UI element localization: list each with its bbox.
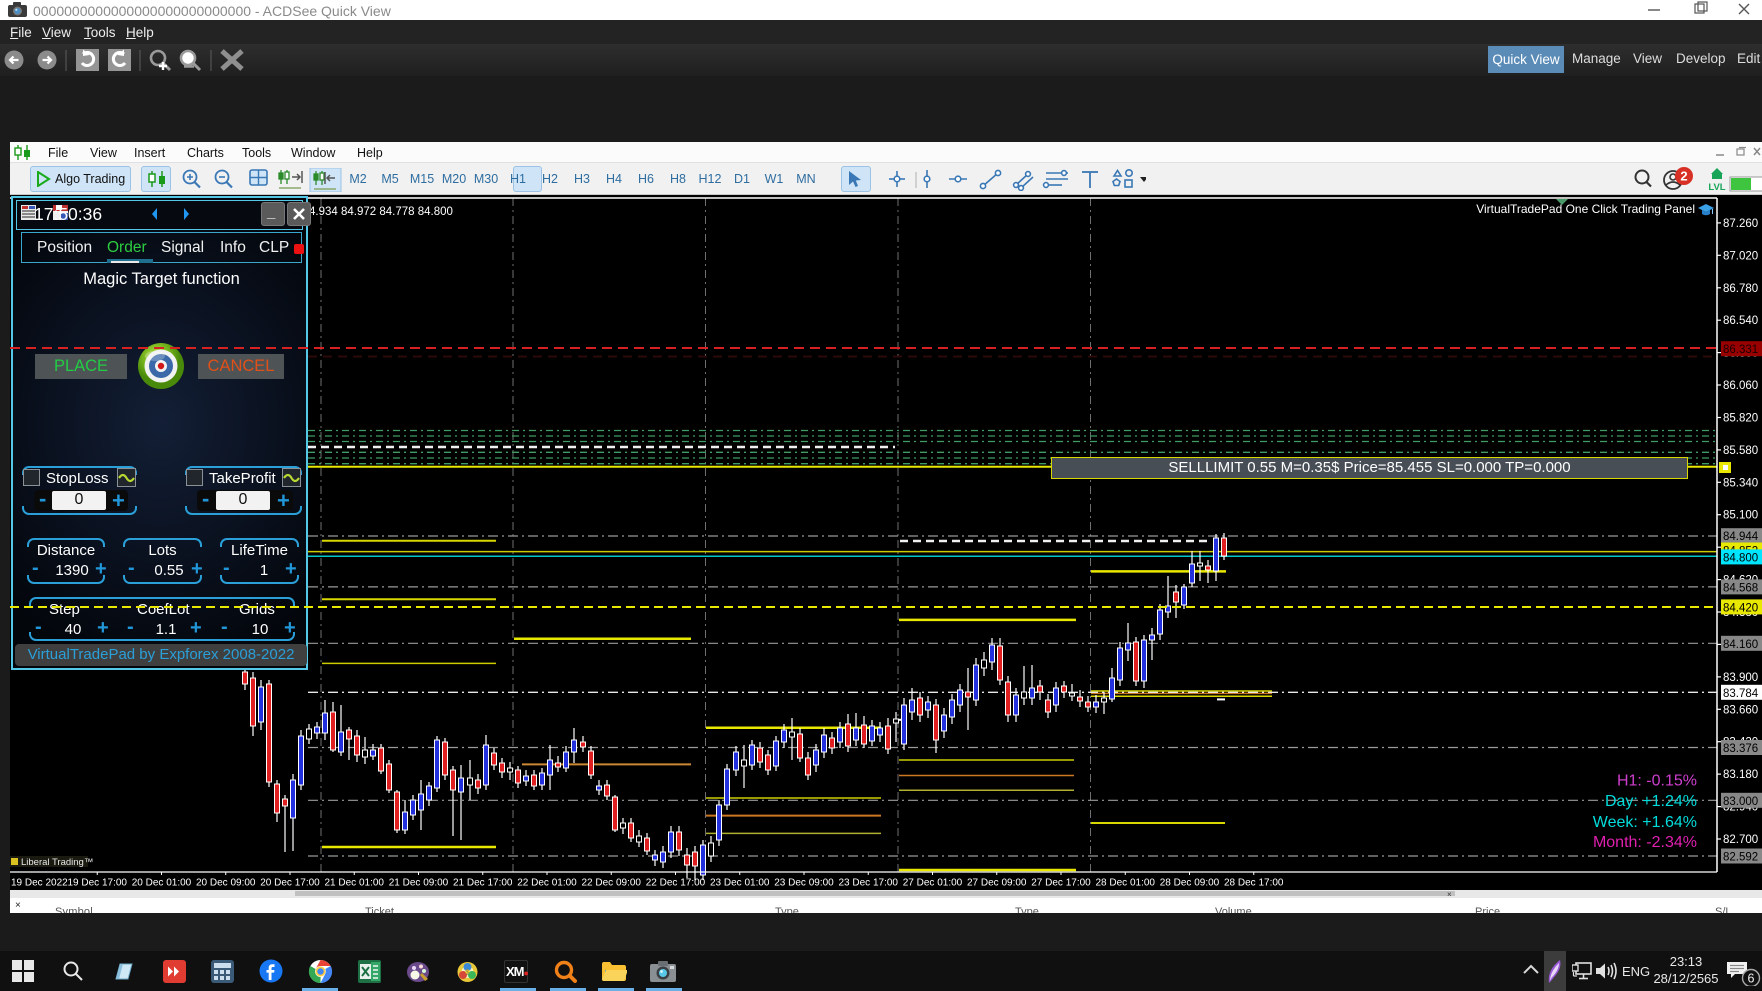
svg-text:85.340: 85.340: [1723, 477, 1758, 489]
svg-text:84.944: 84.944: [1723, 531, 1759, 543]
svg-text:19 Dec 2022: 19 Dec 2022: [11, 878, 68, 889]
svg-text:27 Dec 17:00: 27 Dec 17:00: [1031, 878, 1091, 889]
svg-text:H1: -0.15%: H1: -0.15%: [1617, 773, 1697, 790]
svg-text:84.420: 84.420: [1723, 602, 1758, 614]
svg-text:83.900: 83.900: [1723, 672, 1758, 684]
svg-text:85.820: 85.820: [1723, 413, 1758, 425]
svg-text:28 Dec 01:00: 28 Dec 01:00: [1096, 878, 1156, 889]
svg-text:83.376: 83.376: [1723, 743, 1758, 755]
svg-text:85.580: 85.580: [1723, 445, 1758, 457]
svg-text:83.784: 83.784: [1723, 688, 1759, 700]
svg-text:83.180: 83.180: [1723, 769, 1758, 781]
svg-text:82.700: 82.700: [1723, 834, 1758, 846]
svg-text:19 Dec 17:00: 19 Dec 17:00: [68, 878, 128, 889]
svg-text:23 Dec 17:00: 23 Dec 17:00: [839, 878, 899, 889]
svg-text:23 Dec 09:00: 23 Dec 09:00: [774, 878, 834, 889]
svg-text:22 Dec 01:00: 22 Dec 01:00: [517, 878, 577, 889]
svg-text:27 Dec 01:00: 27 Dec 01:00: [903, 878, 963, 889]
svg-text:Month: -2.34%: Month: -2.34%: [1593, 834, 1697, 851]
svg-text:VirtualTradePad One Click Trad: VirtualTradePad One Click Trading Panel: [1476, 202, 1695, 216]
svg-text:84.160: 84.160: [1723, 639, 1758, 651]
svg-text:4.934 84.972 84.778 84.800: 4.934 84.972 84.778 84.800: [309, 206, 453, 218]
svg-text:27 Dec 09:00: 27 Dec 09:00: [967, 878, 1027, 889]
svg-text:$: $: [466, 970, 470, 977]
svg-text:83.000: 83.000: [1723, 796, 1758, 808]
svg-text:6: 6: [1748, 972, 1755, 986]
svg-text:LVL: LVL: [1708, 182, 1725, 193]
svg-text:84.800: 84.800: [1723, 552, 1758, 564]
svg-text:82.592: 82.592: [1723, 852, 1758, 864]
svg-text:22 Dec 09:00: 22 Dec 09:00: [582, 878, 642, 889]
svg-text:20 Dec 09:00: 20 Dec 09:00: [196, 878, 256, 889]
svg-text:2: 2: [1680, 169, 1687, 184]
svg-text:20 Dec 01:00: 20 Dec 01:00: [132, 878, 192, 889]
svg-text:21 Dec 17:00: 21 Dec 17:00: [453, 878, 513, 889]
svg-text:21 Dec 09:00: 21 Dec 09:00: [389, 878, 449, 889]
svg-text:28 Dec 17:00: 28 Dec 17:00: [1224, 878, 1284, 889]
svg-text:23 Dec 01:00: 23 Dec 01:00: [710, 878, 770, 889]
svg-text:Liberal Trading™: Liberal Trading™: [21, 857, 93, 868]
svg-text:22 Dec 17:00: 22 Dec 17:00: [646, 878, 706, 889]
svg-text:87.020: 87.020: [1723, 250, 1758, 262]
svg-text:86.780: 86.780: [1723, 283, 1758, 295]
svg-text:86.540: 86.540: [1723, 315, 1758, 327]
svg-text:85.100: 85.100: [1723, 510, 1758, 522]
svg-text:21 Dec 01:00: 21 Dec 01:00: [325, 878, 385, 889]
svg-text:Day: +1.24%: Day: +1.24%: [1605, 793, 1697, 810]
svg-text:86.331: 86.331: [1723, 344, 1758, 356]
svg-text:84.568: 84.568: [1723, 582, 1758, 594]
svg-text:28 Dec 09:00: 28 Dec 09:00: [1160, 878, 1220, 889]
svg-text:83.660: 83.660: [1723, 704, 1758, 716]
svg-text:87.260: 87.260: [1723, 218, 1758, 230]
svg-text:Week: +1.64%: Week: +1.64%: [1593, 814, 1697, 831]
svg-text:20 Dec 17:00: 20 Dec 17:00: [260, 878, 320, 889]
svg-text:86.060: 86.060: [1723, 380, 1758, 392]
